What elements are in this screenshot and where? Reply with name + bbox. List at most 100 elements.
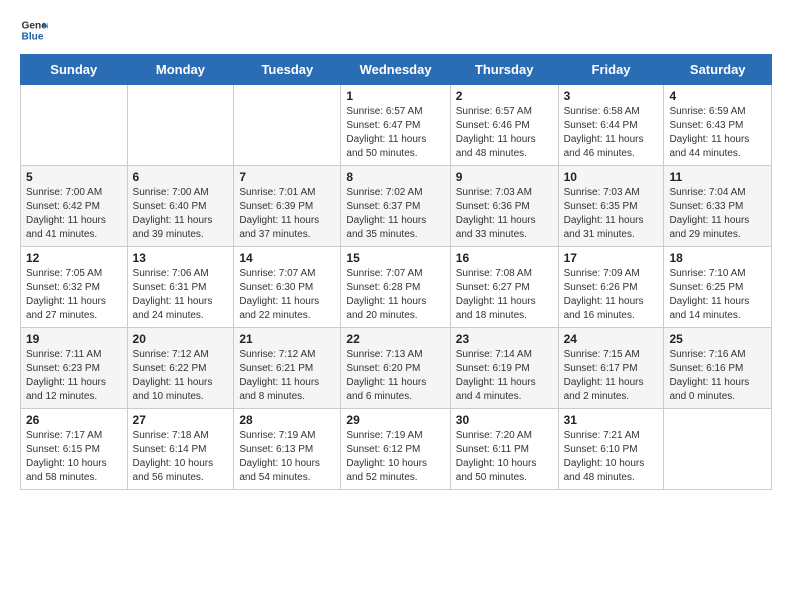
date-number: 1 bbox=[346, 89, 444, 103]
date-number: 19 bbox=[26, 332, 122, 346]
day-header-friday: Friday bbox=[558, 55, 664, 85]
logo: General Blue bbox=[20, 16, 48, 44]
cell-info: Sunrise: 7:09 AM Sunset: 6:26 PM Dayligh… bbox=[564, 267, 659, 323]
calendar-week-row: 5 Sunrise: 7:00 AM Sunset: 6:42 PM Daylig… bbox=[21, 166, 772, 247]
date-number: 13 bbox=[133, 251, 229, 265]
date-number: 24 bbox=[564, 332, 659, 346]
calendar-cell bbox=[21, 85, 128, 166]
calendar-week-row: 1Sunrise: 6:57 AM Sunset: 6:47 PM Daylig… bbox=[21, 85, 772, 166]
calendar-cell: 26 Sunrise: 7:17 AM Sunset: 6:15 PM Dayli… bbox=[21, 409, 128, 490]
calendar-cell: 31 Sunrise: 7:21 AM Sunset: 6:10 PM Dayli… bbox=[558, 409, 664, 490]
date-number: 2 bbox=[456, 89, 553, 103]
calendar-cell: 9 Sunrise: 7:03 AM Sunset: 6:36 PM Daylig… bbox=[450, 166, 558, 247]
calendar-cell: 19Sunrise: 7:11 AM Sunset: 6:23 PM Dayli… bbox=[21, 328, 128, 409]
calendar-cell: 27 Sunrise: 7:18 AM Sunset: 6:14 PM Dayli… bbox=[127, 409, 234, 490]
calendar-cell: 29Sunrise: 7:19 AM Sunset: 6:12 PM Dayli… bbox=[341, 409, 450, 490]
calendar-cell: 30 Sunrise: 7:20 AM Sunset: 6:11 PM Dayli… bbox=[450, 409, 558, 490]
date-number: 4 bbox=[669, 89, 766, 103]
calendar-cell: 16Sunrise: 7:08 AM Sunset: 6:27 PM Dayli… bbox=[450, 247, 558, 328]
calendar-cell: 6 Sunrise: 7:00 AM Sunset: 6:40 PM Daylig… bbox=[127, 166, 234, 247]
date-number: 27 bbox=[133, 413, 229, 427]
date-number: 30 bbox=[456, 413, 553, 427]
day-header-thursday: Thursday bbox=[450, 55, 558, 85]
cell-info: Sunrise: 7:10 AM Sunset: 6:25 PM Dayligh… bbox=[669, 267, 766, 323]
calendar-cell bbox=[664, 409, 772, 490]
date-number: 3 bbox=[564, 89, 659, 103]
date-number: 12 bbox=[26, 251, 122, 265]
calendar-cell: 22 Sunrise: 7:13 AM Sunset: 6:20 PM Dayli… bbox=[341, 328, 450, 409]
calendar-week-row: 26 Sunrise: 7:17 AM Sunset: 6:15 PM Dayli… bbox=[21, 409, 772, 490]
calendar-cell: 7Sunrise: 7:01 AM Sunset: 6:39 PM Daylig… bbox=[234, 166, 341, 247]
date-number: 15 bbox=[346, 251, 444, 265]
cell-info: Sunrise: 7:12 AM Sunset: 6:22 PM Dayligh… bbox=[133, 348, 229, 404]
cell-info: Sunrise: 6:59 AM Sunset: 6:43 PM Dayligh… bbox=[669, 105, 766, 161]
calendar-cell: 15 Sunrise: 7:07 AM Sunset: 6:28 PM Dayli… bbox=[341, 247, 450, 328]
cell-info: Sunrise: 7:03 AM Sunset: 6:35 PM Dayligh… bbox=[564, 186, 659, 242]
cell-info: Sunrise: 7:12 AM Sunset: 6:21 PM Dayligh… bbox=[239, 348, 335, 404]
date-number: 14 bbox=[239, 251, 335, 265]
calendar-table: SundayMondayTuesdayWednesdayThursdayFrid… bbox=[20, 54, 772, 490]
calendar-cell: 13 Sunrise: 7:06 AM Sunset: 6:31 PM Dayli… bbox=[127, 247, 234, 328]
cell-info: Sunrise: 7:04 AM Sunset: 6:33 PM Dayligh… bbox=[669, 186, 766, 242]
date-number: 26 bbox=[26, 413, 122, 427]
calendar-header-row: SundayMondayTuesdayWednesdayThursdayFrid… bbox=[21, 55, 772, 85]
cell-info: Sunrise: 7:03 AM Sunset: 6:36 PM Dayligh… bbox=[456, 186, 553, 242]
date-number: 21 bbox=[239, 332, 335, 346]
date-number: 25 bbox=[669, 332, 766, 346]
date-number: 11 bbox=[669, 170, 766, 184]
calendar-cell: 25 Sunrise: 7:16 AM Sunset: 6:16 PM Dayli… bbox=[664, 328, 772, 409]
cell-info: Sunrise: 7:19 AM Sunset: 6:12 PM Dayligh… bbox=[346, 429, 444, 485]
date-number: 7 bbox=[239, 170, 335, 184]
logo-icon: General Blue bbox=[20, 16, 48, 44]
cell-info: Sunrise: 7:18 AM Sunset: 6:14 PM Dayligh… bbox=[133, 429, 229, 485]
calendar-cell: 5 Sunrise: 7:00 AM Sunset: 6:42 PM Daylig… bbox=[21, 166, 128, 247]
cell-info: Sunrise: 7:13 AM Sunset: 6:20 PM Dayligh… bbox=[346, 348, 444, 404]
cell-info: Sunrise: 7:00 AM Sunset: 6:42 PM Dayligh… bbox=[26, 186, 122, 242]
date-number: 20 bbox=[133, 332, 229, 346]
cell-info: Sunrise: 6:57 AM Sunset: 6:46 PM Dayligh… bbox=[456, 105, 553, 161]
cell-info: Sunrise: 7:00 AM Sunset: 6:40 PM Dayligh… bbox=[133, 186, 229, 242]
calendar-cell: 17 Sunrise: 7:09 AM Sunset: 6:26 PM Dayli… bbox=[558, 247, 664, 328]
calendar-cell: 24 Sunrise: 7:15 AM Sunset: 6:17 PM Dayli… bbox=[558, 328, 664, 409]
page-header: General Blue bbox=[20, 16, 772, 44]
calendar-cell bbox=[127, 85, 234, 166]
day-header-wednesday: Wednesday bbox=[341, 55, 450, 85]
date-number: 6 bbox=[133, 170, 229, 184]
calendar-cell: 2 Sunrise: 6:57 AM Sunset: 6:46 PM Daylig… bbox=[450, 85, 558, 166]
day-header-tuesday: Tuesday bbox=[234, 55, 341, 85]
date-number: 5 bbox=[26, 170, 122, 184]
calendar-cell: 8 Sunrise: 7:02 AM Sunset: 6:37 PM Daylig… bbox=[341, 166, 450, 247]
svg-text:Blue: Blue bbox=[22, 31, 44, 42]
date-number: 9 bbox=[456, 170, 553, 184]
cell-info: Sunrise: 7:19 AM Sunset: 6:13 PM Dayligh… bbox=[239, 429, 335, 485]
calendar-cell: 3 Sunrise: 6:58 AM Sunset: 6:44 PM Daylig… bbox=[558, 85, 664, 166]
date-number: 10 bbox=[564, 170, 659, 184]
cell-info: Sunrise: 7:02 AM Sunset: 6:37 PM Dayligh… bbox=[346, 186, 444, 242]
cell-info: Sunrise: 7:06 AM Sunset: 6:31 PM Dayligh… bbox=[133, 267, 229, 323]
cell-info: Sunrise: 7:07 AM Sunset: 6:28 PM Dayligh… bbox=[346, 267, 444, 323]
date-number: 8 bbox=[346, 170, 444, 184]
cell-info: Sunrise: 7:15 AM Sunset: 6:17 PM Dayligh… bbox=[564, 348, 659, 404]
cell-info: Sunrise: 6:58 AM Sunset: 6:44 PM Dayligh… bbox=[564, 105, 659, 161]
calendar-cell: 11 Sunrise: 7:04 AM Sunset: 6:33 PM Dayli… bbox=[664, 166, 772, 247]
calendar-week-row: 19Sunrise: 7:11 AM Sunset: 6:23 PM Dayli… bbox=[21, 328, 772, 409]
cell-info: Sunrise: 7:07 AM Sunset: 6:30 PM Dayligh… bbox=[239, 267, 335, 323]
cell-info: Sunrise: 7:05 AM Sunset: 6:32 PM Dayligh… bbox=[26, 267, 122, 323]
calendar-cell: 21 Sunrise: 7:12 AM Sunset: 6:21 PM Dayli… bbox=[234, 328, 341, 409]
cell-info: Sunrise: 7:20 AM Sunset: 6:11 PM Dayligh… bbox=[456, 429, 553, 485]
cell-info: Sunrise: 7:16 AM Sunset: 6:16 PM Dayligh… bbox=[669, 348, 766, 404]
calendar-cell: 18Sunrise: 7:10 AM Sunset: 6:25 PM Dayli… bbox=[664, 247, 772, 328]
date-number: 31 bbox=[564, 413, 659, 427]
calendar-cell: 10 Sunrise: 7:03 AM Sunset: 6:35 PM Dayli… bbox=[558, 166, 664, 247]
calendar-cell: 23Sunrise: 7:14 AM Sunset: 6:19 PM Dayli… bbox=[450, 328, 558, 409]
calendar-cell: 1Sunrise: 6:57 AM Sunset: 6:47 PM Daylig… bbox=[341, 85, 450, 166]
calendar-cell: 20 Sunrise: 7:12 AM Sunset: 6:22 PM Dayli… bbox=[127, 328, 234, 409]
cell-info: Sunrise: 7:17 AM Sunset: 6:15 PM Dayligh… bbox=[26, 429, 122, 485]
date-number: 23 bbox=[456, 332, 553, 346]
cell-info: Sunrise: 7:21 AM Sunset: 6:10 PM Dayligh… bbox=[564, 429, 659, 485]
calendar-cell: 12 Sunrise: 7:05 AM Sunset: 6:32 PM Dayli… bbox=[21, 247, 128, 328]
date-number: 17 bbox=[564, 251, 659, 265]
calendar-cell: 4 Sunrise: 6:59 AM Sunset: 6:43 PM Daylig… bbox=[664, 85, 772, 166]
calendar-cell: 14 Sunrise: 7:07 AM Sunset: 6:30 PM Dayli… bbox=[234, 247, 341, 328]
date-number: 22 bbox=[346, 332, 444, 346]
